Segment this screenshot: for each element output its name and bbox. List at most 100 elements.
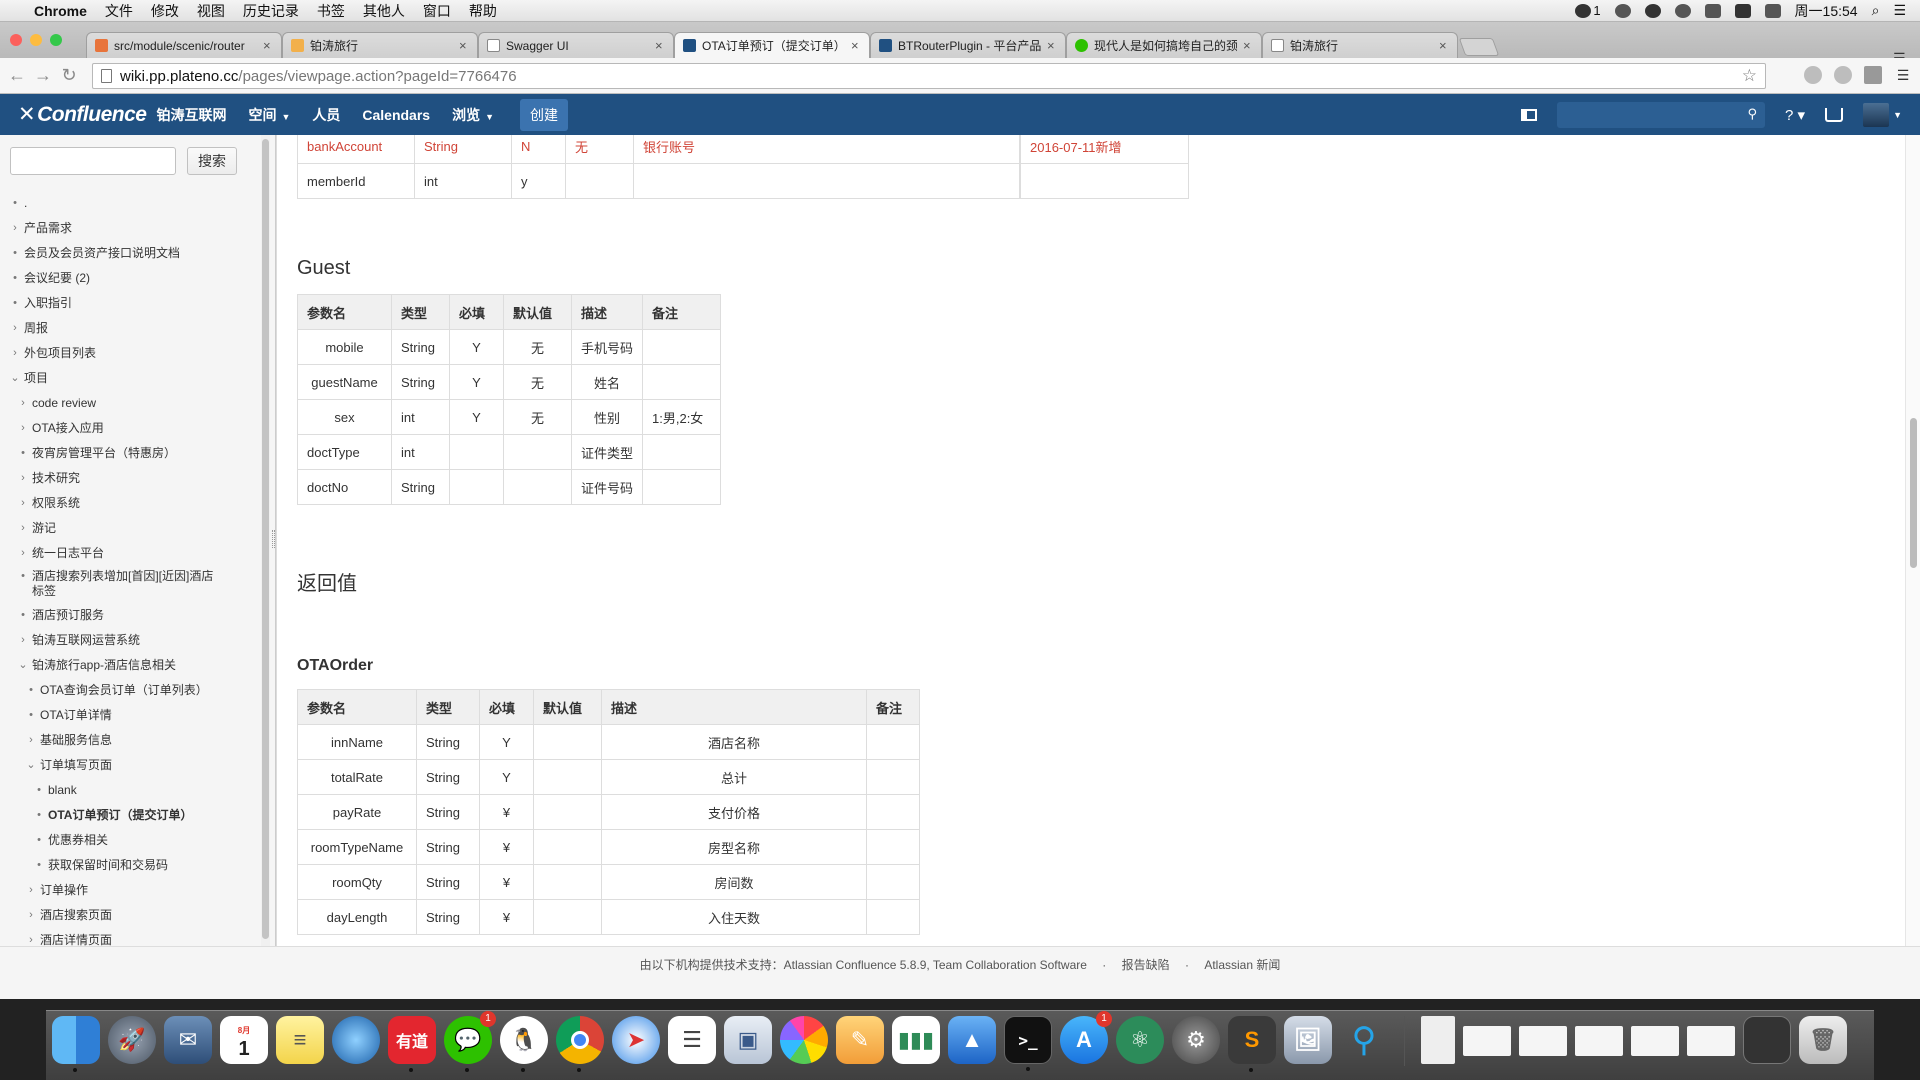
- sidebar-tree-item[interactable]: › 技术研究: [0, 466, 262, 491]
- chevron-right-icon[interactable]: ›: [26, 728, 36, 753]
- sidebar-tree-item[interactable]: › OTA接入应用: [0, 416, 262, 441]
- sidebar-tree-item[interactable]: •.: [0, 191, 262, 216]
- cloud-sync-icon[interactable]: [1674, 3, 1691, 18]
- qq-status-icon[interactable]: [1614, 3, 1631, 18]
- sidebar-tree-label[interactable]: 会员及会员资产接口说明文档: [24, 241, 180, 266]
- sidebar-tree-item[interactable]: ⌄ 铂涛旅行app-酒店信息相关: [0, 653, 262, 678]
- screenshot-file-icon[interactable]: [1631, 1026, 1679, 1056]
- sidebar-tree-item[interactable]: › 铂涛互联网运营系统: [0, 628, 262, 653]
- sidebar-tree-label[interactable]: OTA订单详情: [40, 703, 112, 728]
- browser-globe-icon[interactable]: [332, 1016, 380, 1064]
- chevron-down-icon[interactable]: ⌄: [18, 653, 28, 678]
- menu-window[interactable]: 窗口: [423, 1, 451, 21]
- sidebar-tree-label[interactable]: .: [24, 191, 27, 216]
- menu-history[interactable]: 历史记录: [243, 1, 299, 21]
- chevron-right-icon[interactable]: ›: [18, 391, 28, 416]
- browser-tab-active[interactable]: OTA订单预订（提交订单） ×: [674, 32, 870, 58]
- close-tab-icon[interactable]: ×: [459, 38, 469, 53]
- chevron-right-icon[interactable]: ›: [18, 491, 28, 516]
- sidebar-tree-label[interactable]: 酒店详情页面: [40, 928, 112, 946]
- chevron-right-icon[interactable]: ›: [10, 316, 20, 341]
- report-bug-link[interactable]: 报告缺陷: [1122, 958, 1170, 972]
- terminal-icon[interactable]: >_: [1004, 1016, 1052, 1071]
- sidebar-tree-label[interactable]: 权限系统: [32, 491, 80, 516]
- sidebar-tree-item[interactable]: • 获取保留时间和交易码: [0, 853, 262, 878]
- trash-icon[interactable]: 🗑: [1799, 1016, 1847, 1064]
- chevron-right-icon[interactable]: ›: [26, 928, 36, 946]
- sidebar-tree-label[interactable]: 获取保留时间和交易码: [48, 853, 168, 878]
- minimize-window-icon[interactable]: [30, 34, 42, 46]
- sidebar-tree-label[interactable]: 游记: [32, 516, 56, 541]
- browser-tab[interactable]: 现代人是如何搞垮自己的颈 ×: [1066, 32, 1262, 58]
- sidebar-tree-label[interactable]: 统一日志平台: [32, 541, 104, 566]
- sidebar-tree-label[interactable]: OTA接入应用: [32, 416, 104, 441]
- chevron-down-icon[interactable]: ⌄: [10, 366, 20, 391]
- sidebar-tree-label[interactable]: OTA查询会员订单（订单列表）: [40, 678, 208, 703]
- document-file-icon[interactable]: [1421, 1016, 1455, 1064]
- chevron-right-icon[interactable]: ›: [18, 628, 28, 653]
- atom-editor-icon[interactable]: ⚛: [1116, 1016, 1164, 1064]
- content-scrollbar[interactable]: [1905, 135, 1920, 946]
- wechat-icon[interactable]: 💬 1: [444, 1011, 496, 1072]
- sidebar-tree-item[interactable]: ⌄ 项目: [0, 366, 262, 391]
- forward-arrow-icon[interactable]: →: [30, 65, 56, 86]
- calendars-link[interactable]: Calendars: [362, 107, 430, 123]
- sidebar-tree-label[interactable]: 订单填写页面: [40, 753, 112, 778]
- sidebar-tree-item[interactable]: › 权限系统: [0, 491, 262, 516]
- sidebar-tree-item[interactable]: • 会议纪要 (2): [0, 266, 262, 291]
- sidebar-tree-label[interactable]: 酒店预订服务: [32, 603, 104, 628]
- sidebar-tree-item[interactable]: • OTA订单详情: [0, 703, 262, 728]
- confluence-logo[interactable]: ✕ Confluence: [0, 102, 147, 127]
- menu-help[interactable]: 帮助: [469, 1, 497, 21]
- zoom-window-icon[interactable]: [50, 34, 62, 46]
- menu-view[interactable]: 视图: [197, 1, 225, 21]
- calendar-icon[interactable]: 8月 1: [220, 1016, 268, 1064]
- reload-icon[interactable]: ↻: [56, 65, 82, 86]
- sidebar-tree-label[interactable]: 订单操作: [40, 878, 88, 903]
- browse-menu[interactable]: 浏览 ▼: [452, 105, 494, 125]
- sidebar-tree-item[interactable]: › 统一日志平台: [0, 541, 262, 566]
- sidebar-tree-item[interactable]: › 酒店搜索页面: [0, 903, 262, 928]
- sidebar-tree-item[interactable]: • blank: [0, 778, 262, 803]
- menu-edit[interactable]: 修改: [151, 1, 179, 21]
- chevron-right-icon[interactable]: ›: [18, 466, 28, 491]
- menu-file[interactable]: 文件: [105, 1, 133, 21]
- new-tab-button[interactable]: [1458, 38, 1500, 56]
- notifications-inbox-icon[interactable]: [1825, 107, 1844, 122]
- sidebar-tree-item[interactable]: • OTA订单预订（提交订单）: [0, 803, 262, 828]
- sidebar-resize-handle[interactable]: [272, 530, 275, 548]
- wifi-icon[interactable]: [1704, 3, 1721, 18]
- screenshot-file-icon[interactable]: [1519, 1026, 1567, 1056]
- keynote-icon[interactable]: ▲: [948, 1016, 996, 1064]
- chevron-down-icon[interactable]: ⌄: [26, 753, 36, 778]
- sidebar-tree-label[interactable]: 夜宵房管理平台（特惠房）: [32, 441, 176, 466]
- extension-icon[interactable]: [1834, 66, 1852, 84]
- close-tab-icon[interactable]: ×: [1243, 38, 1253, 53]
- sidebar-tree-label[interactable]: 入职指引: [24, 291, 72, 316]
- chevron-right-icon[interactable]: ›: [18, 541, 28, 566]
- sidebar-tree-label[interactable]: 优惠券相关: [48, 828, 108, 853]
- close-tab-icon[interactable]: ×: [263, 38, 273, 53]
- sidebar-tree-label[interactable]: 基础服务信息: [40, 728, 112, 753]
- sidebar-tree-label[interactable]: 酒店搜索页面: [40, 903, 112, 928]
- notes-icon[interactable]: ≡: [276, 1016, 324, 1064]
- sidebar-tree-item[interactable]: › 酒店详情页面: [0, 928, 262, 946]
- chevron-right-icon[interactable]: ›: [10, 216, 20, 241]
- sidebar-tree-item[interactable]: › 周报: [0, 316, 262, 341]
- sidebar-tree-item[interactable]: • OTA查询会员订单（订单列表）: [0, 678, 262, 703]
- sidebar-tree-item[interactable]: › code review: [0, 391, 262, 416]
- close-tab-icon[interactable]: ×: [1047, 38, 1057, 53]
- sidebar-tree-item[interactable]: › 产品需求: [0, 216, 262, 241]
- sidebar-tree-label[interactable]: 周报: [24, 316, 48, 341]
- sidebar-tree-label[interactable]: 酒店搜索列表增加[首因][近因]酒店: [32, 569, 213, 584]
- sidebar-tree-label[interactable]: blank: [48, 778, 77, 803]
- back-arrow-icon[interactable]: ←: [4, 65, 30, 86]
- people-link[interactable]: 人员: [312, 105, 340, 125]
- qr-code-extension-icon[interactable]: [1864, 66, 1882, 84]
- close-window-icon[interactable]: [10, 34, 22, 46]
- sidebar-search-input[interactable]: [10, 147, 176, 175]
- screenshot-file-icon[interactable]: [1575, 1026, 1623, 1056]
- address-bar[interactable]: wiki.pp.plateno.cc/pages/viewpage.action…: [92, 63, 1766, 89]
- finder-icon[interactable]: [52, 1016, 100, 1072]
- chevron-right-icon[interactable]: ›: [10, 341, 20, 366]
